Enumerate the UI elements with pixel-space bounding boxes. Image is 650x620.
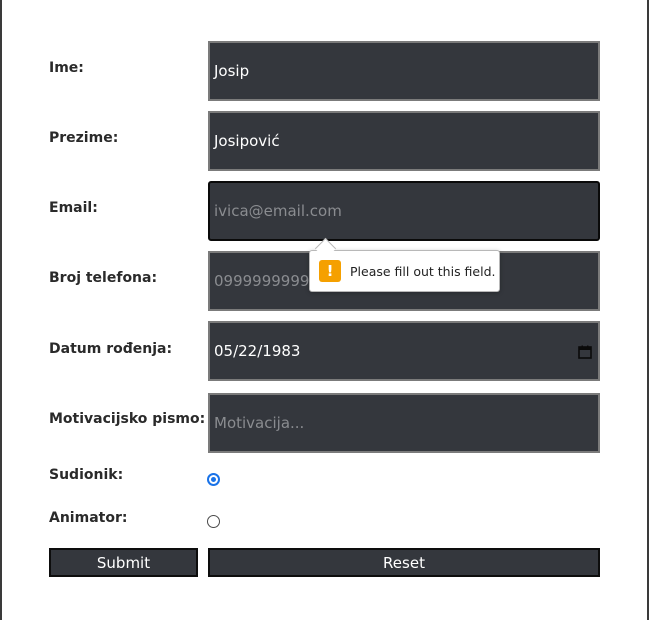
page-border-left (0, 0, 2, 620)
calendar-icon[interactable] (578, 345, 592, 359)
reset-button[interactable]: Reset (208, 548, 600, 577)
motivation-label: Motivacijsko pismo: (49, 411, 206, 427)
birth-date-label: Datum rođenja: (49, 341, 173, 357)
email-placeholder: ivica@email.com (214, 202, 342, 220)
last-name-label: Prezime: (49, 130, 119, 146)
phone-label: Broj telefona: (49, 270, 158, 286)
motivation-textarea[interactable]: Motivacija... (208, 393, 600, 453)
page: Ime: Josip Prezime: Josipović Email: ivi… (0, 0, 650, 620)
animator-radio[interactable] (207, 515, 220, 528)
last-name-field[interactable]: Josipović (208, 111, 600, 171)
last-name-value: Josipović (214, 132, 280, 150)
participant-radio[interactable] (207, 473, 220, 486)
warning-icon: ! (319, 260, 341, 282)
validation-tooltip: ! Please fill out this field. (309, 250, 500, 292)
page-border-right (647, 0, 649, 620)
birth-date-field[interactable]: 05/22/1983 (208, 321, 600, 381)
participant-label: Sudionik: (49, 467, 124, 483)
animator-label: Animator: (49, 510, 128, 526)
first-name-value: Josip (214, 62, 250, 80)
first-name-label: Ime: (49, 60, 84, 76)
email-label: Email: (49, 200, 98, 216)
validation-message: Please fill out this field. (350, 263, 496, 279)
submit-button[interactable]: Submit (49, 548, 198, 577)
motivation-placeholder: Motivacija... (214, 414, 305, 432)
first-name-field[interactable]: Josip (208, 41, 600, 101)
phone-placeholder: 0999999999 (214, 272, 310, 290)
birth-date-value: 05/22/1983 (214, 342, 301, 360)
email-field[interactable]: ivica@email.com (208, 181, 600, 241)
